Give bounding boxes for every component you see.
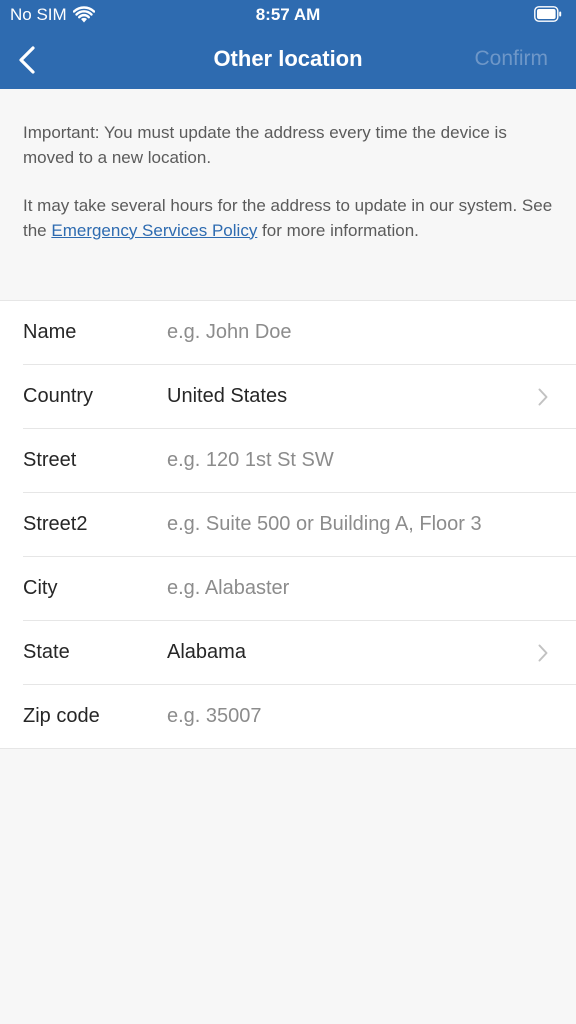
city-label: City bbox=[23, 577, 58, 599]
info-paragraph-policy: It may take several hours for the addres… bbox=[23, 194, 558, 243]
zip-label: Zip code bbox=[23, 705, 100, 727]
battery-icon bbox=[534, 6, 562, 22]
chevron-right-icon bbox=[538, 388, 548, 406]
state-label: State bbox=[23, 641, 70, 663]
city-row[interactable]: City e.g. Alabaster bbox=[23, 557, 576, 621]
state-value[interactable]: Alabama bbox=[167, 641, 246, 664]
info-text-after-link: for more information. bbox=[257, 220, 419, 240]
street2-field[interactable]: e.g. Suite 500 or Building A, Floor 3 bbox=[167, 513, 482, 536]
street-label: Street bbox=[23, 449, 77, 471]
emergency-services-policy-link[interactable]: Emergency Services Policy bbox=[51, 221, 257, 240]
address-form: Name e.g. John Doe Country United States… bbox=[0, 300, 576, 749]
country-row[interactable]: Country United States bbox=[23, 365, 576, 429]
info-text: Important: You must update the address e… bbox=[23, 121, 558, 243]
country-value[interactable]: United States bbox=[167, 385, 287, 408]
street-field[interactable]: e.g. 120 1st St SW bbox=[167, 449, 334, 472]
zip-row[interactable]: Zip code e.g. 35007 bbox=[23, 685, 576, 748]
zip-field[interactable]: e.g. 35007 bbox=[167, 705, 262, 728]
country-label: Country bbox=[23, 385, 94, 407]
name-row[interactable]: Name e.g. John Doe bbox=[23, 301, 576, 365]
status-bar: No SIM 8:57 AM bbox=[0, 0, 576, 30]
confirm-button[interactable]: Confirm bbox=[474, 47, 548, 71]
chevron-right-icon bbox=[538, 644, 548, 662]
street2-label: Street2 bbox=[23, 513, 88, 535]
city-field[interactable]: e.g. Alabaster bbox=[167, 577, 289, 600]
name-label: Name bbox=[23, 321, 77, 343]
navigation-bar: Other location Confirm bbox=[0, 30, 576, 89]
street2-row[interactable]: Street2 e.g. Suite 500 or Building A, Fl… bbox=[23, 493, 576, 557]
info-paragraph-important: Important: You must update the address e… bbox=[23, 123, 507, 167]
name-field[interactable]: e.g. John Doe bbox=[167, 321, 292, 344]
status-time: 8:57 AM bbox=[255, 5, 321, 24]
street-row[interactable]: Street e.g. 120 1st St SW bbox=[23, 429, 576, 493]
state-row[interactable]: State Alabama bbox=[23, 621, 576, 685]
app-header: No SIM 8:57 AM Other location Confirm bbox=[0, 0, 576, 89]
